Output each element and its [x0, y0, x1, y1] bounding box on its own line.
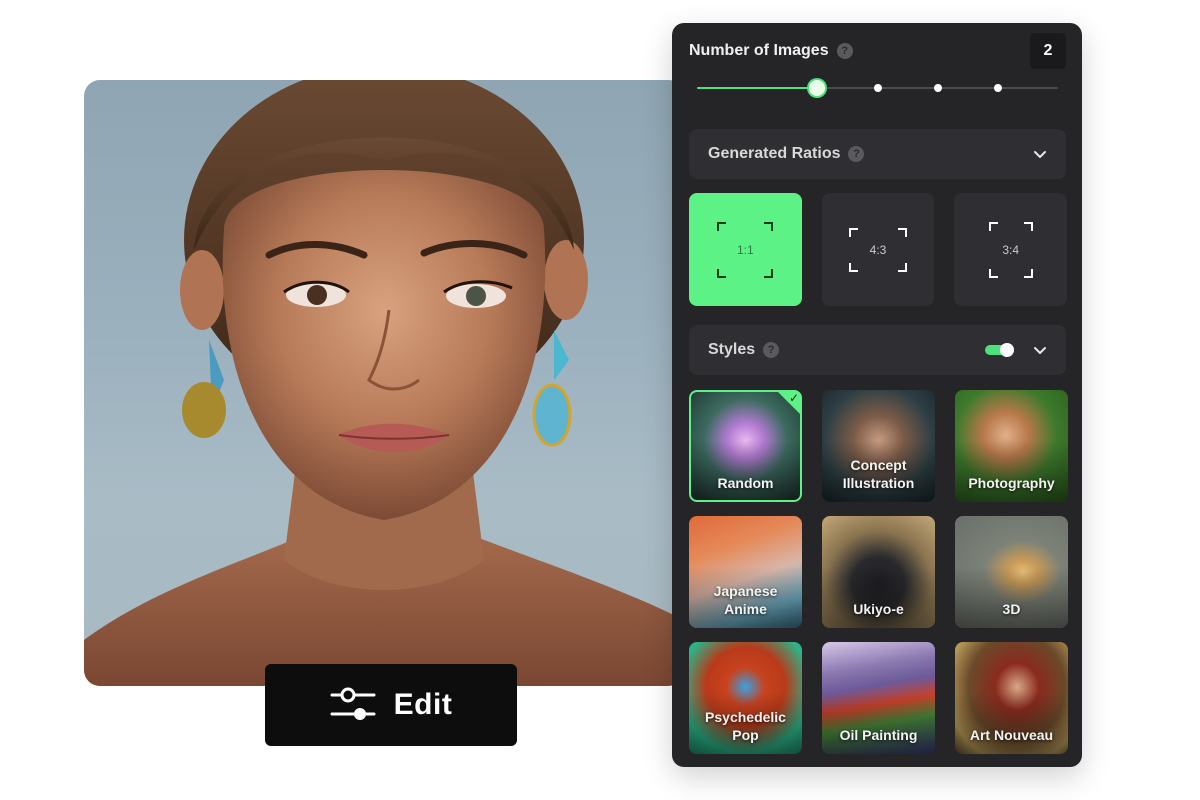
- ratio-label: 1:1: [736, 242, 754, 257]
- style-card-random[interactable]: ✓ Random: [689, 390, 802, 502]
- number-of-images-value: 2: [1030, 33, 1066, 69]
- number-of-images-header: Number of Images ?: [689, 39, 1065, 63]
- help-icon[interactable]: ?: [763, 342, 780, 358]
- edit-button-label: Edit: [393, 688, 453, 721]
- slider-step-dot[interactable]: [873, 84, 882, 92]
- style-label: Photography: [968, 475, 1055, 491]
- styles-title: Styles: [708, 341, 756, 358]
- style-card-japanese-anime[interactable]: Japanese Anime: [689, 516, 802, 628]
- generation-settings-panel: Number of Images ? 2 Generated Ratios ? …: [672, 23, 1082, 767]
- style-card-psychedelic-pop[interactable]: Psychedelic Pop: [689, 642, 802, 754]
- styles-section-header[interactable]: Styles ?: [689, 325, 1066, 375]
- style-label: Oil Painting: [839, 727, 918, 743]
- style-label: Concept Illustration: [842, 457, 915, 491]
- help-icon[interactable]: ?: [836, 43, 853, 59]
- style-card-3d[interactable]: 3D: [955, 516, 1068, 628]
- style-card-photography[interactable]: Photography: [955, 390, 1068, 502]
- aspect-frame-icon: 1:1: [717, 221, 774, 278]
- style-label: Psychedelic Pop: [705, 709, 786, 743]
- generated-portrait-image: [84, 80, 684, 686]
- ratio-option-3-4[interactable]: 3:4: [954, 193, 1068, 306]
- style-label: Art Nouveau: [969, 727, 1054, 743]
- styles-toggle[interactable]: [985, 343, 1015, 357]
- toggle-knob: [1000, 343, 1014, 357]
- styles-grid: ✓ Random Concept Illustration Photograph…: [689, 390, 1068, 754]
- slider-fill: [697, 87, 818, 89]
- style-label: Random: [717, 475, 774, 491]
- help-icon[interactable]: ?: [848, 146, 865, 162]
- ratio-option-4-3[interactable]: 4:3: [821, 193, 935, 306]
- ratio-label: 4:3: [869, 242, 887, 257]
- style-label: 3D: [1002, 601, 1021, 617]
- ratio-label: 3:4: [1002, 242, 1020, 257]
- generated-ratios-section-header[interactable]: Generated Ratios ?: [689, 129, 1066, 179]
- edit-button[interactable]: Edit: [265, 664, 517, 746]
- number-of-images-title: Number of Images: [689, 42, 829, 59]
- style-label: Ukiyo-e: [853, 601, 904, 617]
- slider-step-dot[interactable]: [993, 84, 1002, 92]
- sliders-icon: [330, 687, 376, 720]
- style-card-concept-illustration[interactable]: Concept Illustration: [822, 390, 935, 502]
- number-of-images-slider[interactable]: [697, 80, 1058, 96]
- checkmark-icon: ✓: [788, 391, 799, 405]
- chevron-down-icon[interactable]: [1033, 149, 1047, 159]
- style-card-art-nouveau[interactable]: Art Nouveau: [955, 642, 1068, 754]
- aspect-frame-icon: 3:4: [988, 221, 1033, 278]
- chevron-down-icon[interactable]: [1033, 345, 1047, 355]
- portrait-illustration: [84, 80, 684, 686]
- generated-ratios-title: Generated Ratios: [708, 145, 841, 162]
- slider-thumb[interactable]: [809, 80, 826, 96]
- ratio-options: 1:1 4:3 3:4: [689, 193, 1068, 306]
- style-card-oil-painting[interactable]: Oil Painting: [822, 642, 935, 754]
- ratio-option-1-1[interactable]: 1:1: [689, 193, 802, 306]
- slider-step-dot[interactable]: [933, 84, 942, 92]
- aspect-frame-icon: 4:3: [849, 227, 907, 272]
- style-card-ukiyo-e[interactable]: Ukiyo-e: [822, 516, 935, 628]
- style-label: Japanese Anime: [713, 583, 778, 617]
